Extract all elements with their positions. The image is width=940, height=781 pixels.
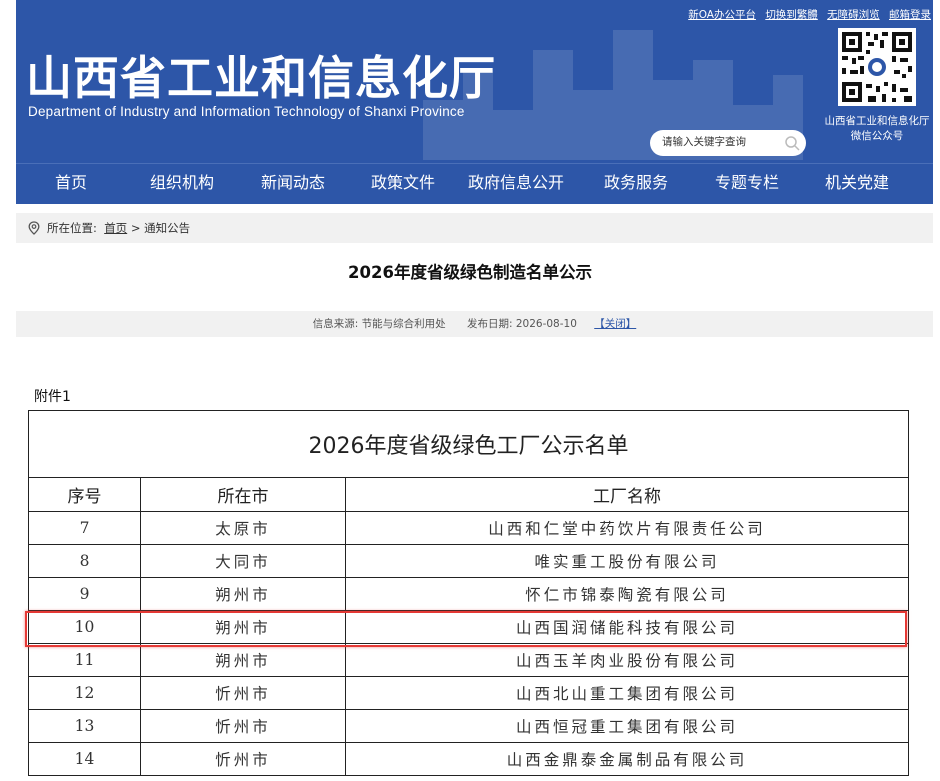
cell-no: 11 — [28, 643, 141, 677]
cell-no: 7 — [28, 511, 141, 545]
site-header: 新OA办公平台 切换到繁體 无障碍浏览 邮箱登录 山西省工业和信息化厅 Depa… — [16, 0, 933, 163]
article-meta: 信息来源: 节能与综合利用处 发布日期: 2026-08-10 【关闭】 — [16, 311, 933, 337]
nav-services[interactable]: 政务服务 — [590, 164, 682, 204]
table-row: 9 朔州市 怀仁市锦泰陶瓷有限公司 — [28, 577, 909, 611]
nav-home[interactable]: 首页 — [30, 164, 112, 204]
cell-city: 朔州市 — [140, 577, 346, 611]
qr-caption-line1: 山西省工业和信息化厅 — [824, 115, 930, 127]
nav-news[interactable]: 新闻动态 — [247, 164, 339, 204]
qr-code-icon — [838, 28, 916, 106]
breadcrumb: 所在位置: 首页 > 通知公告 — [16, 213, 933, 243]
cell-factory-name: 山西国润储能科技有限公司 — [345, 610, 909, 644]
table-row: 11 朔州市 山西玉羊肉业股份有限公司 — [28, 643, 909, 677]
search-box — [650, 130, 806, 156]
cell-no: 8 — [28, 544, 141, 578]
cell-city: 朔州市 — [140, 610, 346, 644]
header-factory-name: 工厂名称 — [345, 477, 909, 512]
table-row: 8 大同市 唯实重工股份有限公司 — [28, 544, 909, 578]
attachment-label: 附件1 — [34, 389, 71, 405]
accessibility-link[interactable]: 无障碍浏览 — [827, 9, 880, 21]
wechat-qr-code — [838, 28, 916, 106]
cell-city: 朔州市 — [140, 643, 346, 677]
header-no: 序号 — [28, 477, 141, 512]
qr-caption: 山西省工业和信息化厅 微信公众号 — [812, 114, 933, 144]
nav-topics[interactable]: 专题专栏 — [701, 164, 793, 204]
main-nav: 首页 组织机构 新闻动态 政策文件 政府信息公开 政务服务 专题专栏 机关党建 — [16, 163, 933, 204]
green-factory-table: 2026年度省级绿色工厂公示名单 序号 所在市 工厂名称 7 太原市 山西和仁堂… — [28, 410, 909, 776]
article-source: 信息来源: 节能与综合利用处 — [312, 318, 446, 330]
cell-city: 太原市 — [140, 511, 346, 545]
article-title: 2026年度省级绿色制造名单公示 — [348, 263, 592, 282]
cell-no: 13 — [28, 709, 141, 743]
breadcrumb-label: 所在位置: — [47, 221, 97, 235]
location-pin-icon — [28, 221, 40, 235]
nav-gov-info[interactable]: 政府信息公开 — [456, 164, 576, 204]
nav-organization[interactable]: 组织机构 — [136, 164, 228, 204]
article-date: 发布日期: 2026-08-10 — [466, 318, 577, 330]
cell-city: 忻州市 — [140, 676, 346, 710]
table-row: 14 忻州市 山西金鼎泰金属制品有限公司 — [28, 742, 909, 776]
breadcrumb-current[interactable]: 通知公告 — [144, 221, 190, 235]
nav-policy[interactable]: 政策文件 — [357, 164, 449, 204]
breadcrumb-separator: > — [130, 221, 141, 235]
site-subtitle: Department of Industry and Information T… — [28, 104, 465, 119]
mail-login-link[interactable]: 邮箱登录 — [889, 9, 931, 21]
cell-no: 12 — [28, 676, 141, 710]
top-links: 新OA办公平台 切换到繁體 无障碍浏览 邮箱登录 — [682, 7, 931, 22]
close-link[interactable]: 【关闭】 — [594, 318, 636, 330]
cell-no: 10 — [28, 610, 141, 644]
header-city: 所在市 — [140, 477, 346, 512]
table-row: 12 忻州市 山西北山重工集团有限公司 — [28, 676, 909, 710]
table-header-row: 序号 所在市 工厂名称 — [28, 477, 909, 512]
qr-caption-line2: 微信公众号 — [850, 130, 904, 142]
nav-party[interactable]: 机关党建 — [811, 164, 903, 204]
cell-factory-name: 山西金鼎泰金属制品有限公司 — [345, 742, 909, 776]
cell-factory-name: 山西和仁堂中药饮片有限责任公司 — [345, 511, 909, 545]
cell-city: 忻州市 — [140, 709, 346, 743]
cell-factory-name: 山西北山重工集团有限公司 — [345, 676, 909, 710]
site-title: 山西省工业和信息化厅 — [26, 51, 496, 105]
search-input[interactable] — [660, 135, 784, 149]
table-row-highlighted: 10 朔州市 山西国润储能科技有限公司 — [28, 610, 909, 644]
cell-factory-name: 山西恒冠重工集团有限公司 — [345, 709, 909, 743]
table-row: 7 太原市 山西和仁堂中药饮片有限责任公司 — [28, 511, 909, 545]
cell-factory-name: 唯实重工股份有限公司 — [345, 544, 909, 578]
breadcrumb-home[interactable]: 首页 — [104, 221, 127, 235]
table-row: 13 忻州市 山西恒冠重工集团有限公司 — [28, 709, 909, 743]
cell-city: 大同市 — [140, 544, 346, 578]
cell-no: 9 — [28, 577, 141, 611]
cell-city: 忻州市 — [140, 742, 346, 776]
cell-factory-name: 怀仁市锦泰陶瓷有限公司 — [345, 577, 909, 611]
traditional-chinese-link[interactable]: 切换到繁體 — [765, 9, 818, 21]
search-icon[interactable] — [784, 135, 800, 151]
oa-link[interactable]: 新OA办公平台 — [688, 9, 756, 21]
table-caption: 2026年度省级绿色工厂公示名单 — [28, 410, 909, 478]
cell-no: 14 — [28, 742, 141, 776]
cell-factory-name: 山西玉羊肉业股份有限公司 — [345, 643, 909, 677]
